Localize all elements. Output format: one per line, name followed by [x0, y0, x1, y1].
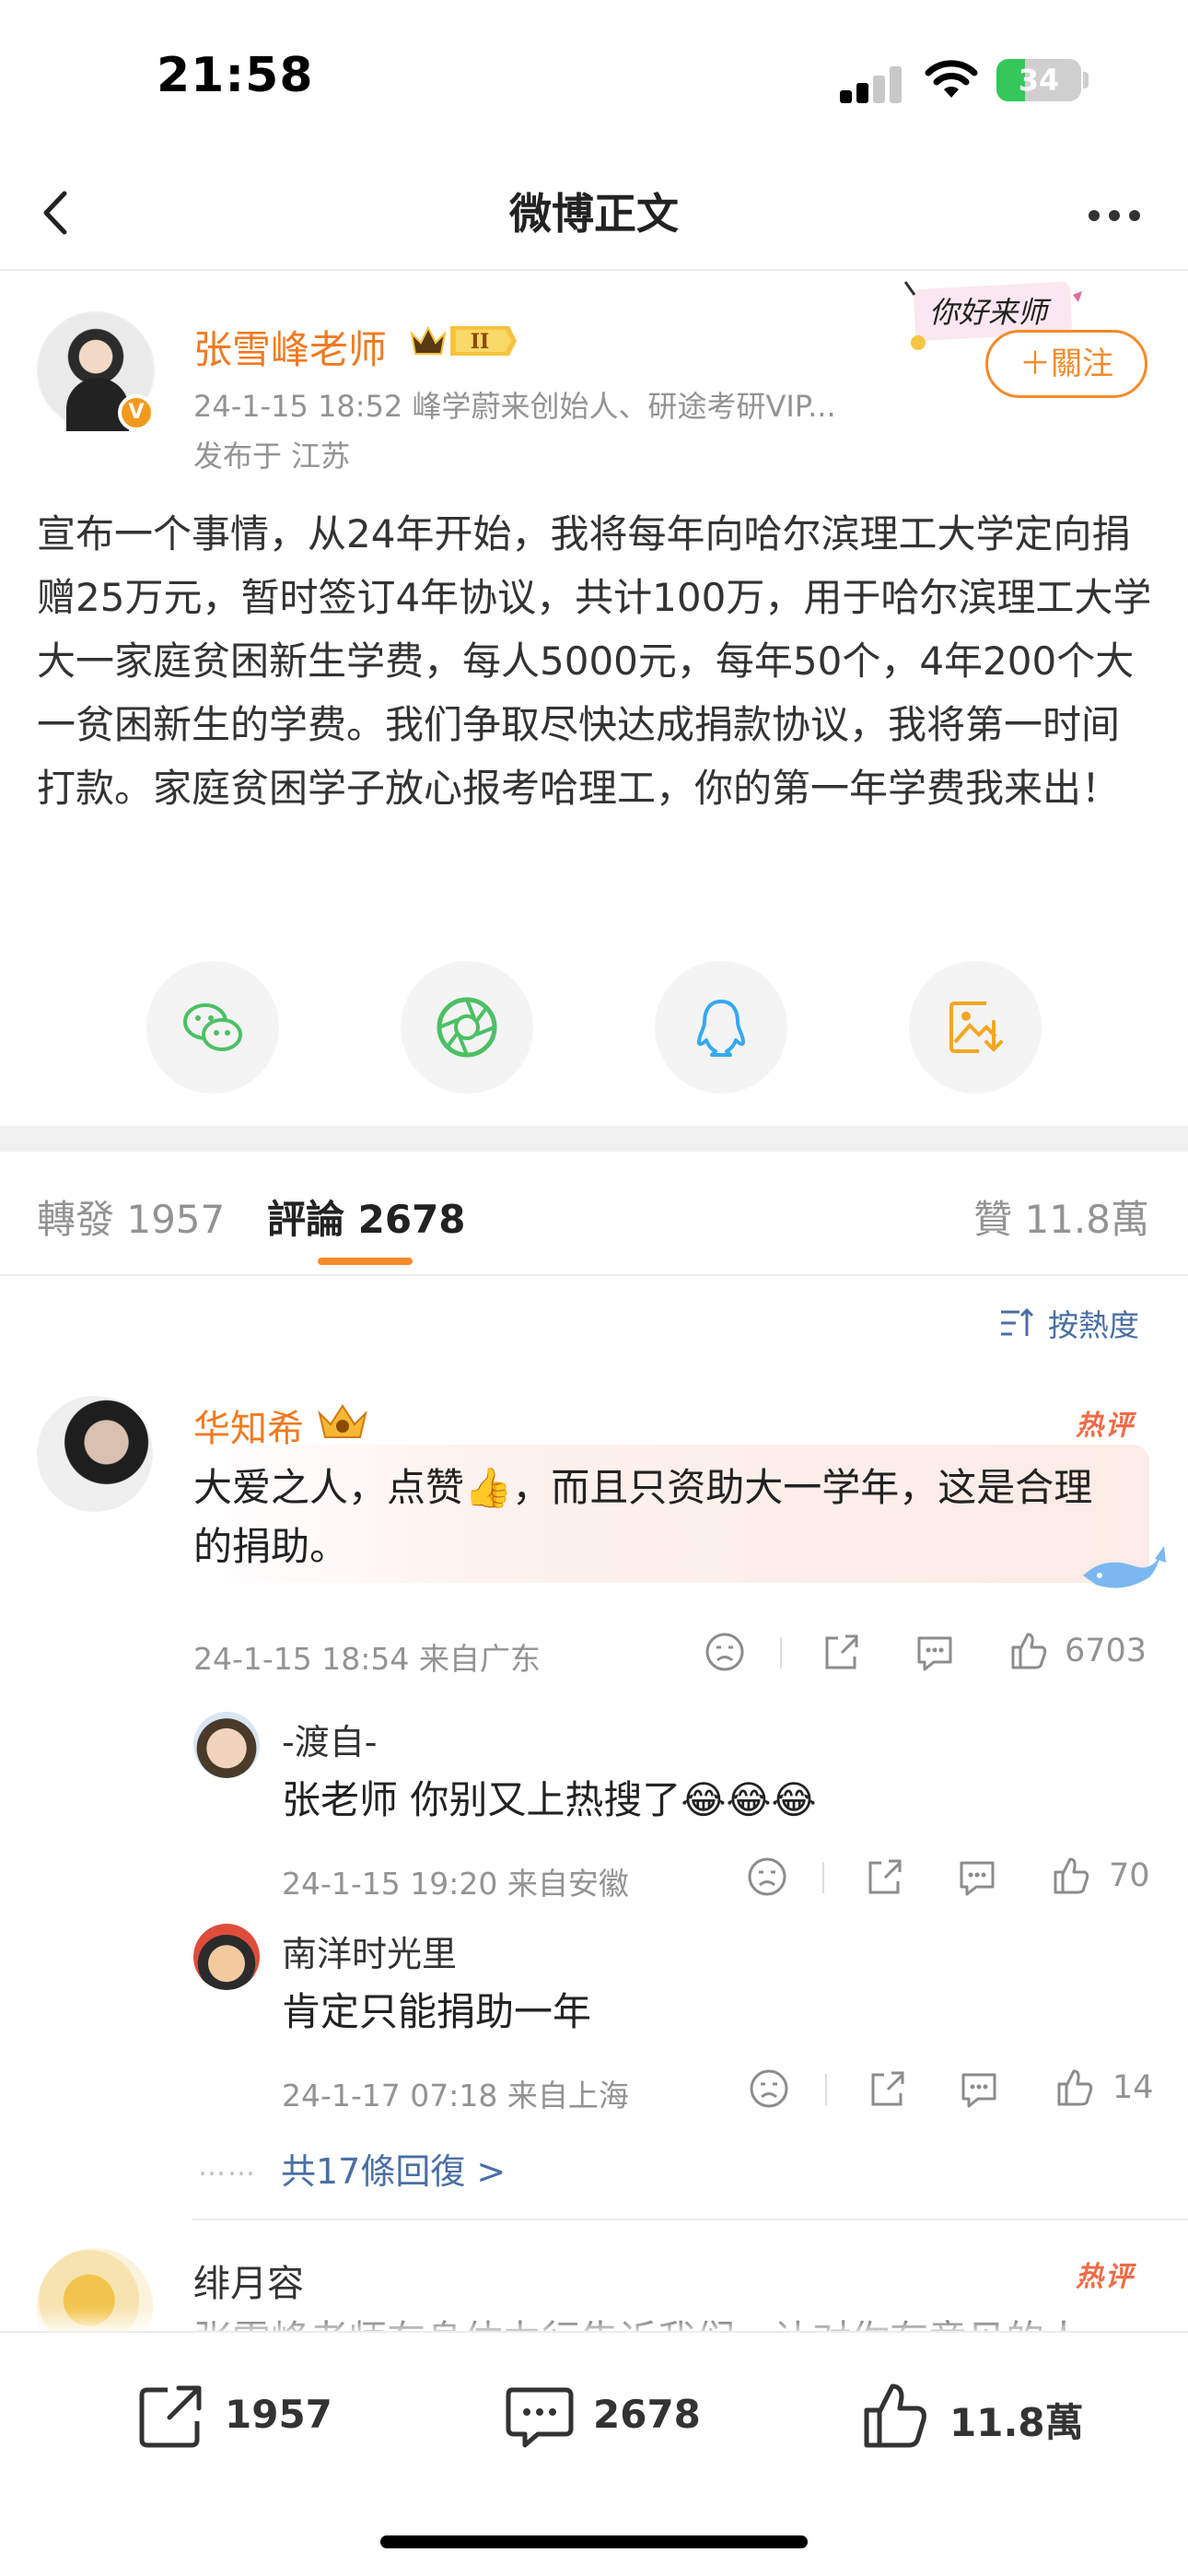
- sort-label: 按熱度: [1048, 1307, 1139, 1343]
- comment-meta: 24-1-15 18:54 来自广东: [193, 1641, 541, 1677]
- active-tab-indicator: [318, 1258, 413, 1265]
- save-image-button[interactable]: [909, 961, 1042, 1094]
- reply-icon[interactable]: [956, 1856, 998, 1898]
- tab-comments-label: 評論: [267, 1197, 345, 1242]
- more-replies-dots: ……: [198, 2150, 257, 2183]
- page-title: 微博正文: [509, 189, 679, 239]
- status-time: 21:58: [157, 48, 314, 103]
- share-comment-icon[interactable]: [863, 1856, 905, 1898]
- tab-likes[interactable]: 贊 11.8萬: [973, 1188, 1149, 1245]
- share-comment-icon[interactable]: [866, 2067, 908, 2110]
- reply-text: 张老师 你别又上热搜了😂😂😂: [282, 1777, 817, 1822]
- save-image-icon: [949, 1001, 1003, 1053]
- repost-count: 1957: [225, 2392, 332, 2437]
- post-meta: 24-1-15 18:52 峰学蔚来创始人、研途考研VIP...: [193, 389, 836, 424]
- view-more-replies-link[interactable]: 共17條回復 >: [281, 2143, 506, 2194]
- reply-avatar[interactable]: [193, 1924, 260, 1990]
- share-qq-button[interactable]: [655, 961, 787, 1094]
- svg-text:II: II: [471, 330, 490, 354]
- comment-count: 2678: [593, 2392, 701, 2437]
- share-moments-button[interactable]: [401, 961, 533, 1094]
- more-options-icon[interactable]: [1077, 184, 1151, 243]
- status-bar: 21:58 34: [0, 0, 1188, 157]
- back-icon[interactable]: [28, 182, 88, 243]
- section-divider: [0, 1126, 1188, 1152]
- reply-icon[interactable]: [914, 1631, 956, 1673]
- like-icon[interactable]: [1054, 2066, 1096, 2108]
- like-icon[interactable]: [1050, 1854, 1092, 1896]
- like-count: 14: [1112, 2069, 1154, 2106]
- dislike-icon[interactable]: [704, 1631, 746, 1673]
- action-divider: [780, 1637, 782, 1669]
- reply-name[interactable]: 南洋时光里: [282, 1926, 457, 1976]
- comment-text: 大爱之人，点赞👍，而且只资助大一学年，这是合理的捐助。: [193, 1465, 1093, 1569]
- cellular-signal-icon: [840, 64, 904, 103]
- nav-bar: 微博正文: [0, 157, 1188, 271]
- home-indicator: [380, 2535, 808, 2548]
- reply-meta: 24-1-15 19:20 来自安徽: [282, 1866, 629, 1902]
- battery-tip: [1083, 72, 1089, 88]
- wechat-icon: [183, 1003, 242, 1051]
- like-icon: [864, 2383, 926, 2448]
- follow-button[interactable]: ＋關注: [985, 330, 1147, 398]
- tab-comments-count: 2678: [357, 1197, 466, 1242]
- reply-meta: 24-1-17 07:18 来自上海: [282, 2078, 629, 2113]
- qq-icon: [697, 1000, 745, 1057]
- author-name[interactable]: 张雪峰老师: [193, 319, 387, 375]
- action-divider: [822, 1862, 824, 1893]
- share-wechat-button[interactable]: [146, 961, 279, 1094]
- commenter-name[interactable]: 华知希: [193, 1399, 304, 1452]
- like-icon[interactable]: [1007, 1629, 1050, 1671]
- tabs-divider: [0, 1274, 1188, 1276]
- battery-percent: 34: [1018, 63, 1060, 98]
- dislike-icon[interactable]: [748, 2067, 790, 2110]
- reply-icon[interactable]: [958, 2067, 1000, 2110]
- post-location: 发布于 江苏: [193, 439, 351, 474]
- sort-by-hot-button[interactable]: 按熱度: [999, 1301, 1139, 1345]
- sort-icon: [1001, 1307, 1034, 1336]
- reply-name[interactable]: -渡自-: [282, 1714, 377, 1764]
- post-body: 宣布一个事情，从24年开始，我将每年向哈尔滨理工大学定向捐赠25万元，暂时签订4…: [37, 511, 1152, 811]
- like-count-total: 11.8萬: [949, 2400, 1084, 2445]
- hot-comment-tag: 热评: [1076, 1410, 1135, 1442]
- commenter-avatar[interactable]: [37, 1396, 153, 1512]
- bottom-action-bar: 1957 2678 11.8萬: [0, 2331, 1188, 2576]
- comment-icon: [506, 2387, 574, 2448]
- like-count: 6703: [1065, 1633, 1147, 1669]
- like-count: 70: [1109, 1857, 1150, 1894]
- fan-crown-icon: [318, 1404, 367, 1438]
- tab-comments[interactable]: 評論 2678: [267, 1188, 466, 1245]
- battery-indicator: 34: [996, 59, 1081, 101]
- comment-divider: [192, 2219, 1188, 2220]
- share-comment-icon[interactable]: [820, 1631, 862, 1673]
- hot-comment-tag: 热评: [1076, 2261, 1135, 2293]
- action-divider: [825, 2074, 827, 2105]
- repost-icon: [139, 2385, 202, 2448]
- wifi-icon: [925, 60, 978, 98]
- commenter-name[interactable]: 绯月容: [193, 2254, 304, 2307]
- member-crown-badge-icon[interactable]: II: [408, 321, 517, 361]
- tab-reposts[interactable]: 轉發 1957: [37, 1188, 225, 1245]
- dislike-icon[interactable]: [746, 1856, 788, 1898]
- sticker-text: 你好来师: [929, 295, 1052, 330]
- reply-text: 肯定只能捐助一年: [282, 1989, 592, 2034]
- verified-badge-icon: V: [118, 394, 155, 431]
- moments-icon: [437, 997, 497, 1058]
- whale-decoration-icon: [1083, 1546, 1166, 1588]
- reply-avatar[interactable]: [193, 1712, 260, 1778]
